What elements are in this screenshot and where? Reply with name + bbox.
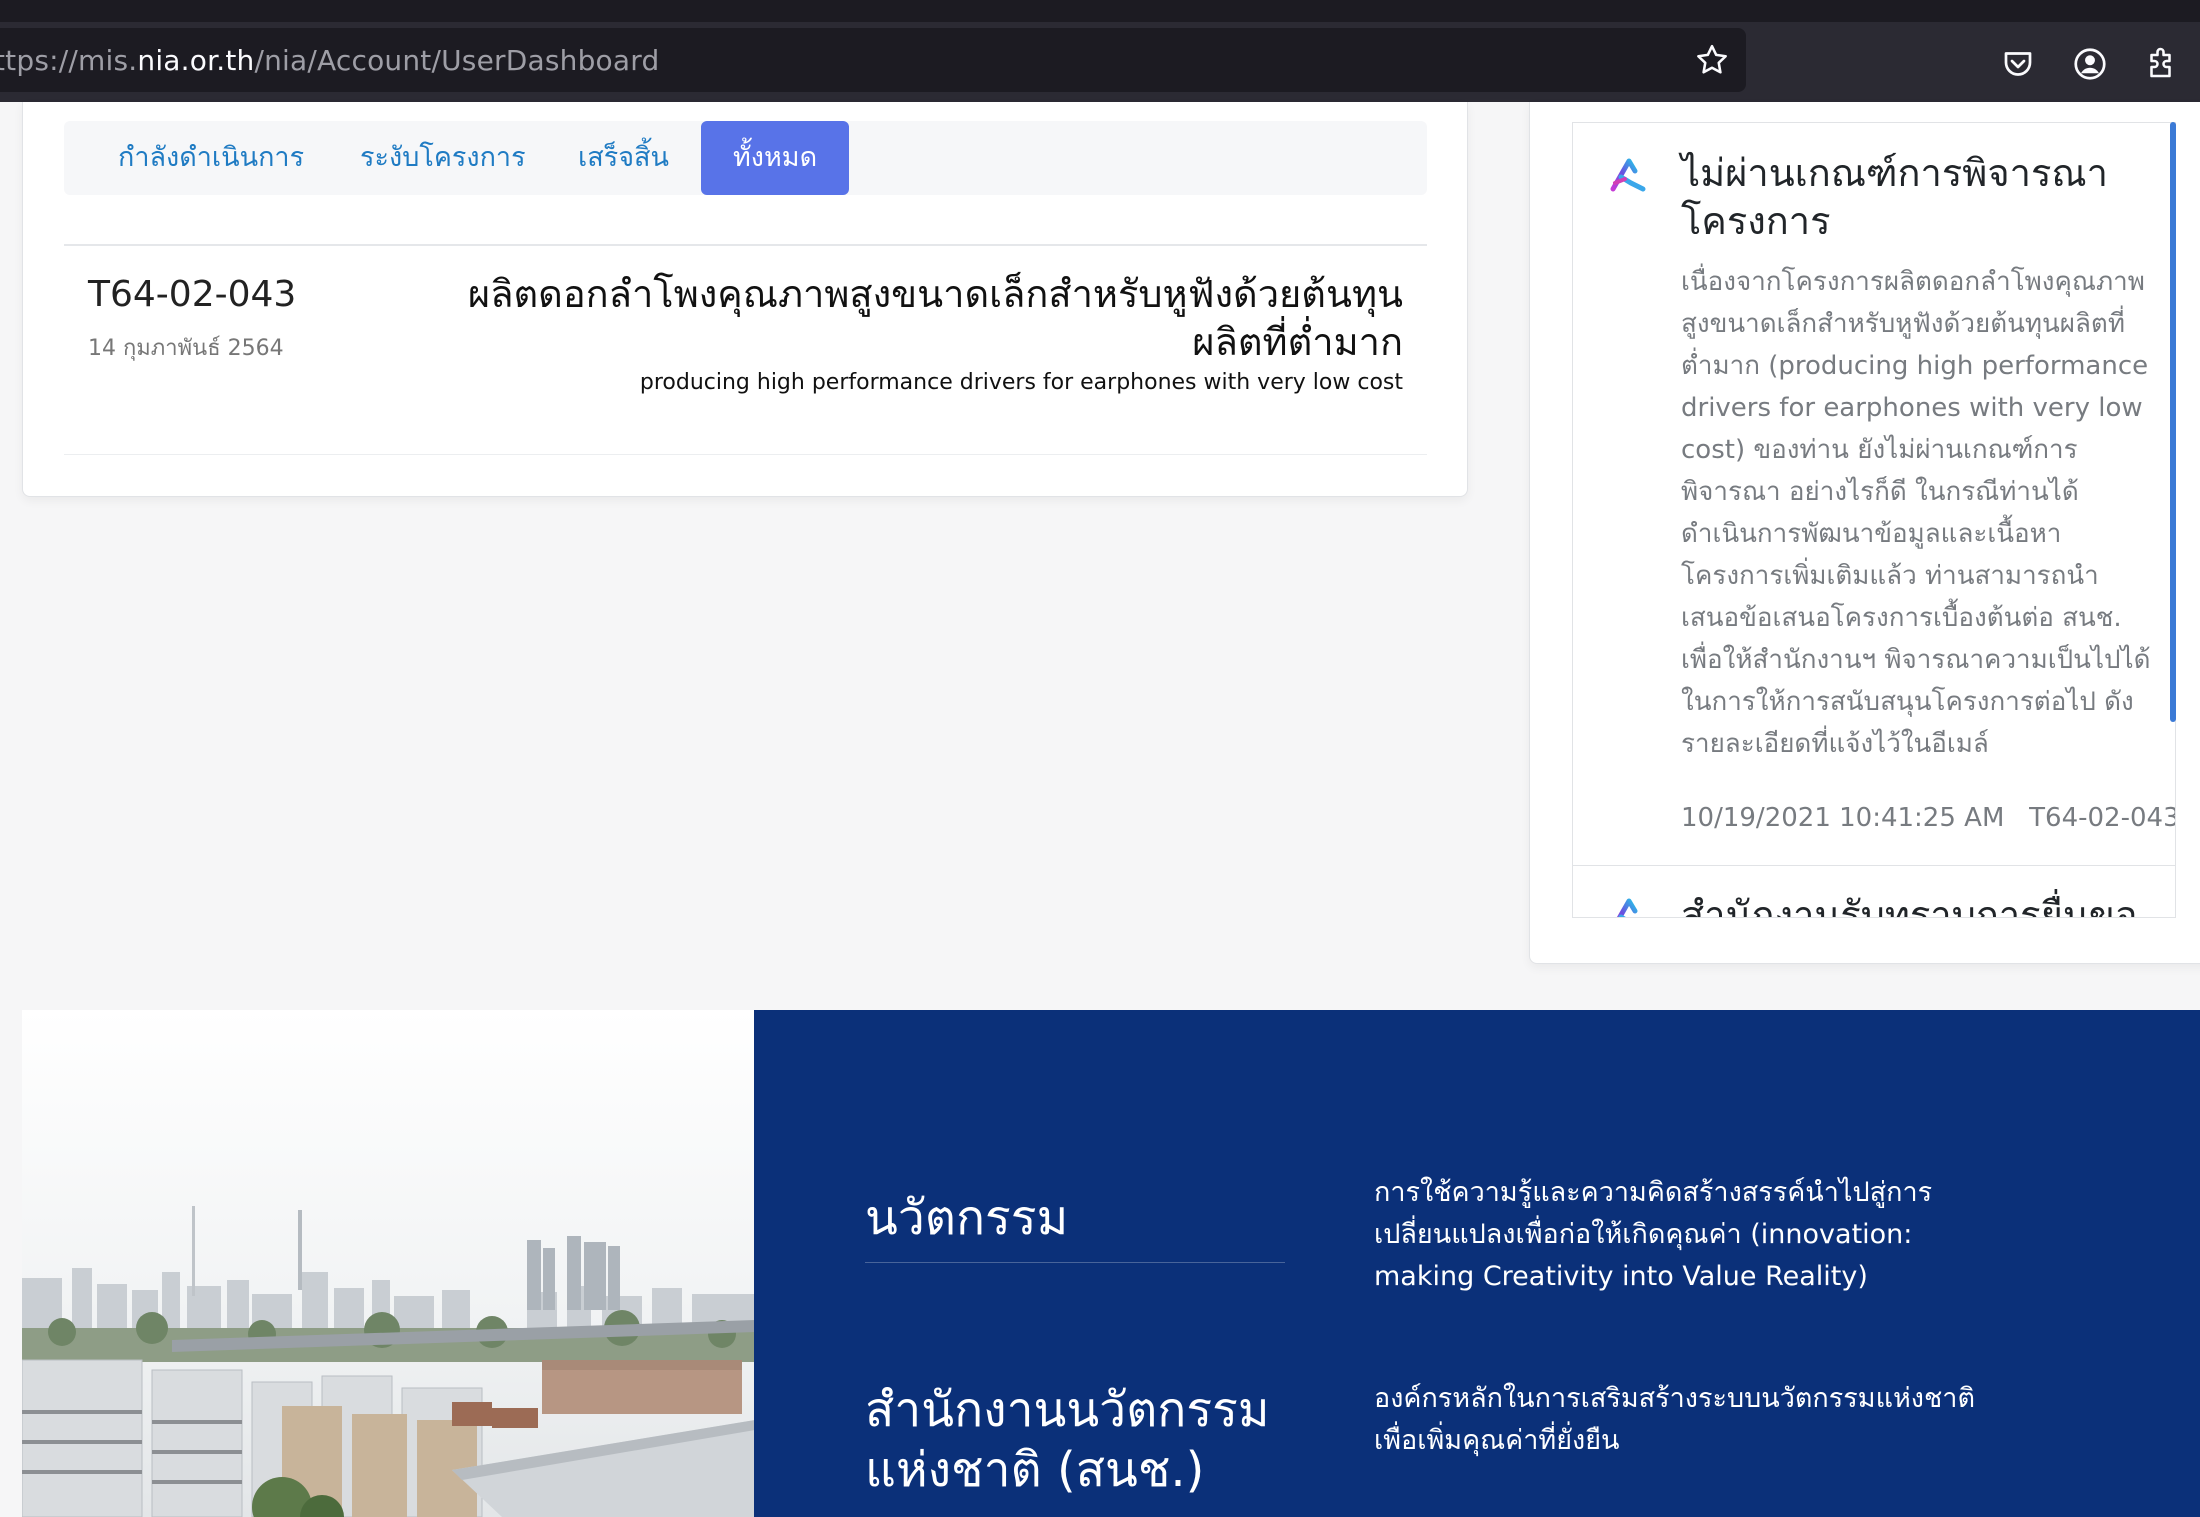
divider [865, 1262, 1285, 1263]
account-icon[interactable] [2072, 46, 2108, 82]
tab-suspended[interactable]: ระงับโครงการ [360, 121, 526, 195]
status-tabs: กำลังดำเนินการ ระงับโครงการ เสร็จสิ้น ทั… [64, 121, 1427, 195]
project-date: 14 กุมภาพันธ์ 2564 [88, 336, 284, 361]
notification-panel: ไม่ผ่านเกณฑ์การพิจารณาโครงการ เนื่องจากโ… [1529, 102, 2200, 964]
city-skyline-image [22, 1010, 755, 1517]
footer-description-innovation: การใช้ความรู้และความคิดสร้างสรรค์นำไปสู่… [1374, 1177, 1933, 1292]
footer-heading-nia: สำนักงานนวัตกรรมแห่งชาติ (สนช.) [865, 1382, 1270, 1498]
footer-description-nia: องค์กรหลักในการเสริมสร้างระบบนวัตกรรมแห่… [1374, 1383, 1975, 1456]
divider [64, 244, 1427, 246]
project-code[interactable]: T64-02-043 [88, 274, 296, 315]
scrollbar-thumb[interactable] [2170, 122, 2176, 722]
divider [64, 454, 1427, 455]
url-text: ttps://mis.nia.or.th/nia/Account/UserDas… [0, 43, 660, 77]
project-subtitle: producing high performance drivers for e… [639, 370, 1403, 395]
extensions-icon[interactable] [2144, 46, 2180, 82]
city-photo [22, 1010, 755, 1517]
browser-toolbar: ttps://mis.nia.or.th/nia/Account/UserDas… [0, 22, 2200, 102]
nia-logo-icon [1610, 158, 1646, 192]
notification-code: T64-02-043 [2029, 803, 2176, 833]
notification-meta: 10/19/2021 10:41:25 AM T64-02-043 [1681, 803, 2176, 833]
tab-completed[interactable]: เสร็จสิ้น [578, 121, 669, 195]
nia-logo-icon [1616, 898, 1638, 917]
notification-timestamp: 10/19/2021 10:41:25 AM [1681, 803, 2005, 833]
tab-in-progress[interactable]: กำลังดำเนินการ [118, 121, 304, 195]
project-title[interactable]: ผลิตดอกลำโพงคุณภาพสูงขนาดเล็กสำหรับหูฟัง… [403, 270, 1403, 366]
notification-body: เนื่องจากโครงการผลิตดอกลำโพงคุณภาพสูงขนา… [1681, 267, 2151, 759]
notification-title: สำนักงานรับทราบการยื่นขอ [1681, 893, 2138, 918]
pocket-icon[interactable] [2000, 46, 2036, 82]
notification-list[interactable]: ไม่ผ่านเกณฑ์การพิจารณาโครงการ เนื่องจากโ… [1572, 122, 2176, 918]
divider [1573, 865, 2175, 866]
footer-info: นวัตกรรม การใช้ความรู้และความคิดสร้างสรร… [754, 1010, 2200, 1517]
project-card: กำลังดำเนินการ ระงับโครงการ เสร็จสิ้น ทั… [22, 102, 1468, 497]
footer-heading-innovation: นวัตกรรม [865, 1190, 1069, 1246]
bookmark-star-icon[interactable] [1694, 42, 1730, 78]
browser-title-strip [0, 0, 2200, 22]
url-bar[interactable]: ttps://mis.nia.or.th/nia/Account/UserDas… [0, 28, 1746, 92]
notification-title: ไม่ผ่านเกณฑ์การพิจารณาโครงการ [1681, 151, 2108, 243]
tab-all[interactable]: ทั้งหมด [701, 121, 850, 195]
